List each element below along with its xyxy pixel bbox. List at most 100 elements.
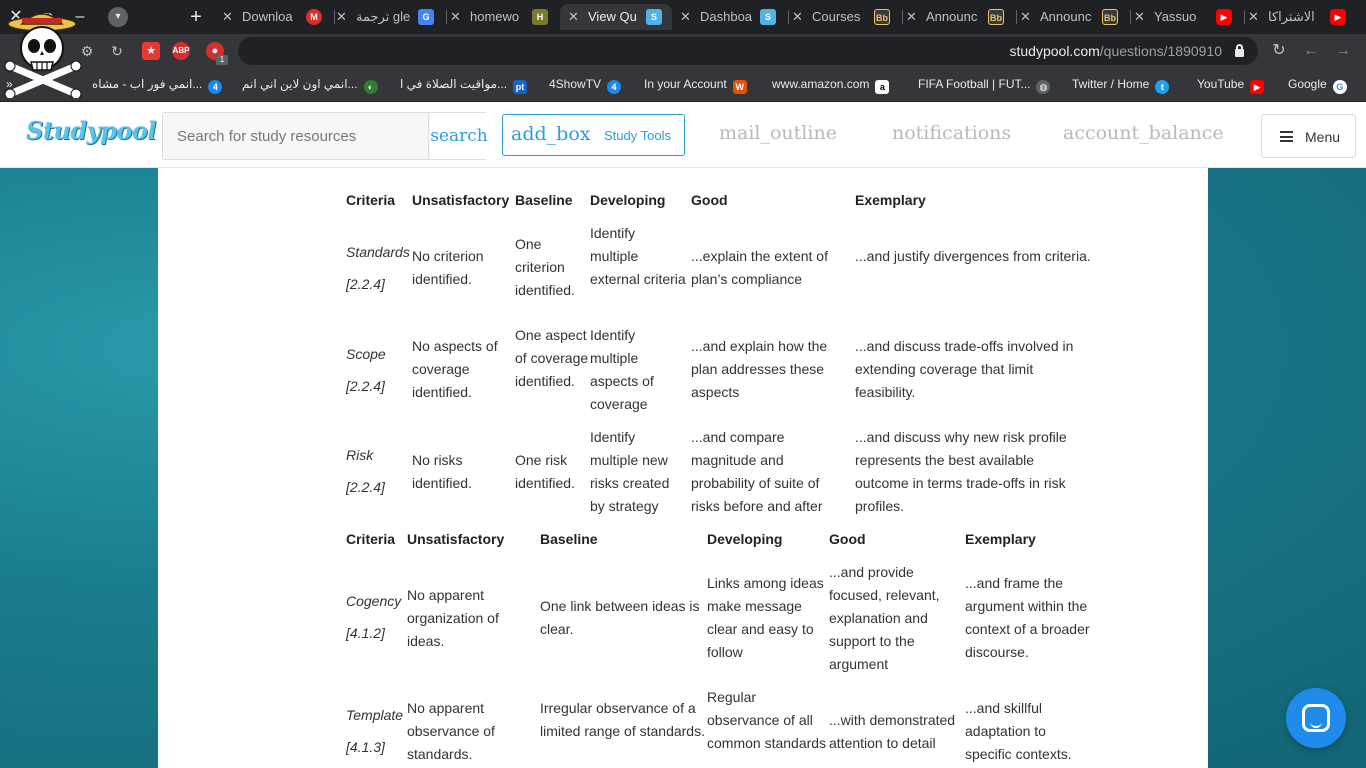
search-box: search bbox=[162, 112, 488, 160]
tab-close-icon[interactable]: ✕ bbox=[1248, 4, 1262, 30]
rubric-table: Criteria Unsatisfactory Baseline Develop… bbox=[158, 528, 1208, 768]
browser-tab[interactable]: ✕ Announc Bb bbox=[1020, 4, 1126, 30]
tab-close-icon[interactable]: ✕ bbox=[680, 4, 694, 30]
rubric-cell: One criterion identified. bbox=[515, 236, 575, 298]
extension-icon[interactable]: ★ bbox=[142, 42, 160, 60]
column-header: Exemplary bbox=[855, 192, 926, 208]
column-header: Unsatisfactory bbox=[412, 192, 510, 208]
tab-separator bbox=[788, 10, 789, 24]
chat-support-button[interactable] bbox=[1286, 688, 1346, 748]
bookmark-item[interactable]: YouTube ▶ bbox=[1197, 77, 1265, 94]
rubric-cell: ...and justify divergences from criteria… bbox=[855, 248, 1091, 264]
tab-separator bbox=[334, 10, 335, 24]
browser-toolbar: ⚙ ↻ ★ ABP ● 1 ☆ ⛶ studypool.com/question… bbox=[0, 34, 1366, 68]
youtube-favicon-icon: ▶ bbox=[1330, 9, 1346, 25]
gmail-favicon-icon: M bbox=[306, 9, 322, 25]
criteria-ref: [2.2.4] bbox=[346, 378, 385, 394]
rubric-cell: ...and frame the argument within the con… bbox=[965, 575, 1090, 660]
bookmark-item[interactable]: www.amazon.com a bbox=[772, 77, 890, 94]
rubric-cell: Identify multiple aspects of coverage bbox=[590, 327, 654, 412]
blackboard-favicon-icon: Bb bbox=[874, 9, 890, 25]
twitter-favicon-icon: t bbox=[1155, 80, 1170, 94]
browser-tab[interactable]: ✕ Downloa M bbox=[222, 4, 328, 30]
amazon-favicon-icon: a bbox=[875, 80, 890, 94]
youtube-favicon-icon: ▶ bbox=[1250, 80, 1265, 94]
browser-tab-active[interactable]: ✕ View Qu S bbox=[560, 4, 672, 30]
prayer-times-favicon-icon: pt bbox=[513, 80, 528, 94]
criteria-name: Risk bbox=[346, 447, 374, 463]
column-header: Developing bbox=[590, 192, 666, 208]
browser-tab[interactable]: ✕ ترجمة gle G bbox=[336, 4, 442, 30]
search-input[interactable] bbox=[163, 113, 429, 159]
browser-tab[interactable]: ✕ Courses Bb bbox=[792, 4, 898, 30]
rubric-cell: One risk identified. bbox=[515, 452, 575, 491]
rubric-cell: No criterion identified. bbox=[412, 248, 484, 287]
globe-favicon-icon: ◍ bbox=[1036, 80, 1051, 94]
bookmark-item[interactable]: Twitter / Home t bbox=[1072, 77, 1170, 94]
browser-tab[interactable]: ✕ الاشتراكا ▶ bbox=[1248, 4, 1366, 30]
browser-tab[interactable]: ✕ homewo H bbox=[450, 4, 556, 30]
rubric-cell: ...and explain how the plan addresses th… bbox=[691, 338, 828, 400]
tab-close-icon[interactable]: ✕ bbox=[336, 4, 350, 30]
criteria-name: Template bbox=[346, 707, 404, 723]
tab-close-icon[interactable]: ✕ bbox=[1020, 4, 1034, 30]
new-tab-icon[interactable]: + bbox=[186, 7, 206, 27]
rubric-cell: One link between ideas is clear. bbox=[540, 598, 700, 637]
rubric-cell: No apparent observance of standards. bbox=[407, 700, 495, 762]
browser-tab[interactable]: ✕ Announc Bb bbox=[906, 4, 1012, 30]
profile-avatar-icon[interactable] bbox=[2, 8, 84, 98]
browser-tab[interactable]: ✕ Yassuo ▶ bbox=[1134, 4, 1240, 30]
criteria-ref: [2.2.4] bbox=[346, 276, 385, 292]
tab-separator bbox=[1244, 10, 1245, 24]
tab-search-icon[interactable]: ▾ bbox=[108, 7, 128, 27]
rubric-cell: ...and skillful adaptation to specific c… bbox=[965, 700, 1072, 762]
forward-arrow-icon[interactable]: → bbox=[1334, 42, 1352, 60]
add-box-icon: add_box bbox=[511, 123, 591, 145]
bookmark-item[interactable]: In your Account W bbox=[644, 77, 747, 94]
bookmark-item[interactable]: FIFA Football | FUT... ◍ bbox=[918, 77, 1051, 94]
tab-separator bbox=[1016, 10, 1017, 24]
blackboard-favicon-icon: Bb bbox=[988, 9, 1004, 25]
chat-icon bbox=[1302, 704, 1330, 732]
bookmark-item[interactable]: انمي اون لاين اني انم... ◐ bbox=[242, 77, 378, 94]
studypool-logo[interactable]: Studypool bbox=[26, 116, 157, 145]
tab-separator bbox=[446, 10, 447, 24]
tab-close-icon[interactable]: ✕ bbox=[450, 4, 464, 30]
rubric-cell: ...and discuss why new risk profile repr… bbox=[855, 429, 1067, 514]
address-bar[interactable]: studypool.com/questions/1890910 bbox=[238, 37, 1258, 65]
bookmark-item[interactable]: Google G bbox=[1288, 77, 1347, 94]
account-balance-icon[interactable]: account_balance bbox=[1063, 122, 1224, 144]
anime4up-favicon-icon: 4 bbox=[208, 80, 223, 94]
criteria-name: Standards bbox=[346, 244, 410, 260]
reload-extension-icon[interactable]: ↻ bbox=[108, 42, 126, 60]
mail-icon[interactable]: mail_outline bbox=[719, 122, 837, 144]
browser-tab-strip: ✕ ⧉ – ▾ + ✕Downloa M ✕ترجمة gle G ✕homew… bbox=[0, 0, 1366, 34]
notifications-icon[interactable]: notifications bbox=[892, 122, 1011, 144]
rubric-cell: Links among ideas make message clear and… bbox=[707, 575, 824, 660]
tab-close-icon[interactable]: ✕ bbox=[1134, 4, 1148, 30]
youtube-favicon-icon: ▶ bbox=[1216, 9, 1232, 25]
back-arrow-icon[interactable]: ← bbox=[1302, 42, 1320, 60]
tab-close-icon[interactable]: ✕ bbox=[792, 4, 806, 30]
tab-close-icon[interactable]: ✕ bbox=[568, 4, 582, 30]
tab-close-icon[interactable]: ✕ bbox=[906, 4, 920, 30]
menu-label: Menu bbox=[1305, 129, 1341, 145]
study-tools-label: Study Tools bbox=[604, 128, 671, 143]
tab-separator bbox=[902, 10, 903, 24]
browser-tab[interactable]: ✕ Dashboa S bbox=[680, 4, 786, 30]
bookmark-item[interactable]: مواقيت الصلاة في ا... pt bbox=[400, 77, 528, 94]
url-text[interactable]: studypool.com/questions/1890910 bbox=[1010, 43, 1223, 59]
criteria-ref: [2.2.4] bbox=[346, 479, 385, 495]
search-button[interactable]: search bbox=[430, 113, 488, 159]
account-favicon-icon: W bbox=[732, 80, 747, 94]
reload-icon[interactable]: ↻ bbox=[1270, 42, 1288, 60]
study-tools-button[interactable]: add_box Study Tools bbox=[502, 114, 685, 156]
rubric-cell: No apparent organization of ideas. bbox=[407, 587, 499, 649]
bookmark-item[interactable]: 4ShowTV 4 bbox=[549, 77, 622, 94]
adblock-plus-icon[interactable]: ABP bbox=[172, 42, 190, 60]
menu-button[interactable]: Menu bbox=[1261, 114, 1356, 158]
bookmark-item[interactable]: انمي فور اب - مشاه... 4 bbox=[92, 77, 223, 94]
criteria-name: Scope bbox=[346, 346, 386, 362]
lock-icon[interactable] bbox=[1235, 44, 1244, 57]
tab-close-icon[interactable]: ✕ bbox=[222, 4, 236, 30]
